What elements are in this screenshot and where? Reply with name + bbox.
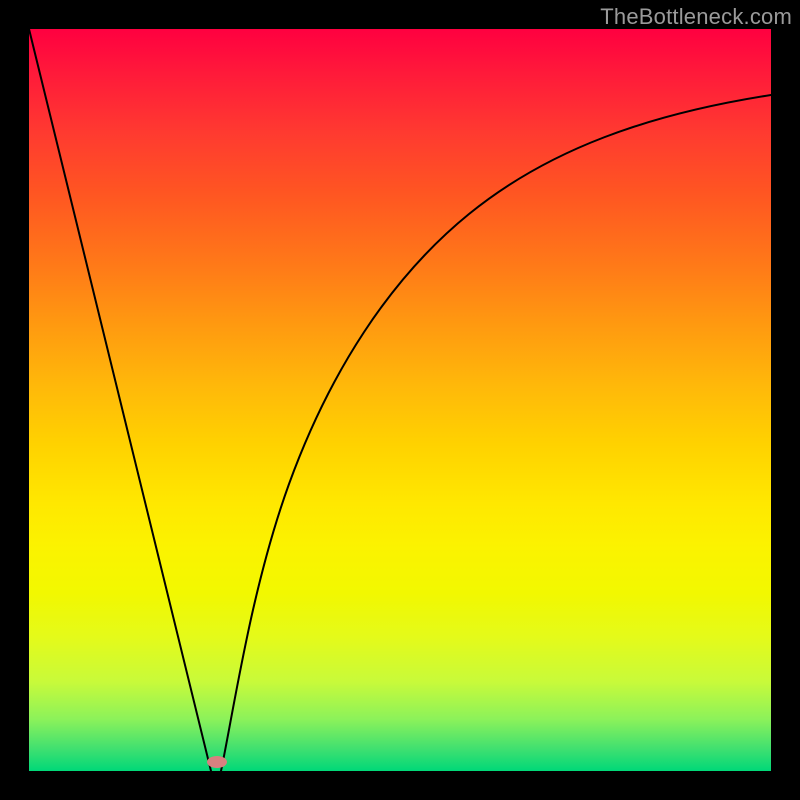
curve-left-line	[29, 29, 211, 771]
marker-dot	[207, 756, 227, 768]
watermark-text: TheBottleneck.com	[600, 4, 792, 30]
curve-right-arc	[221, 95, 771, 771]
bottleneck-curve	[29, 29, 771, 771]
plot-area	[29, 29, 771, 771]
chart-frame: TheBottleneck.com	[0, 0, 800, 800]
